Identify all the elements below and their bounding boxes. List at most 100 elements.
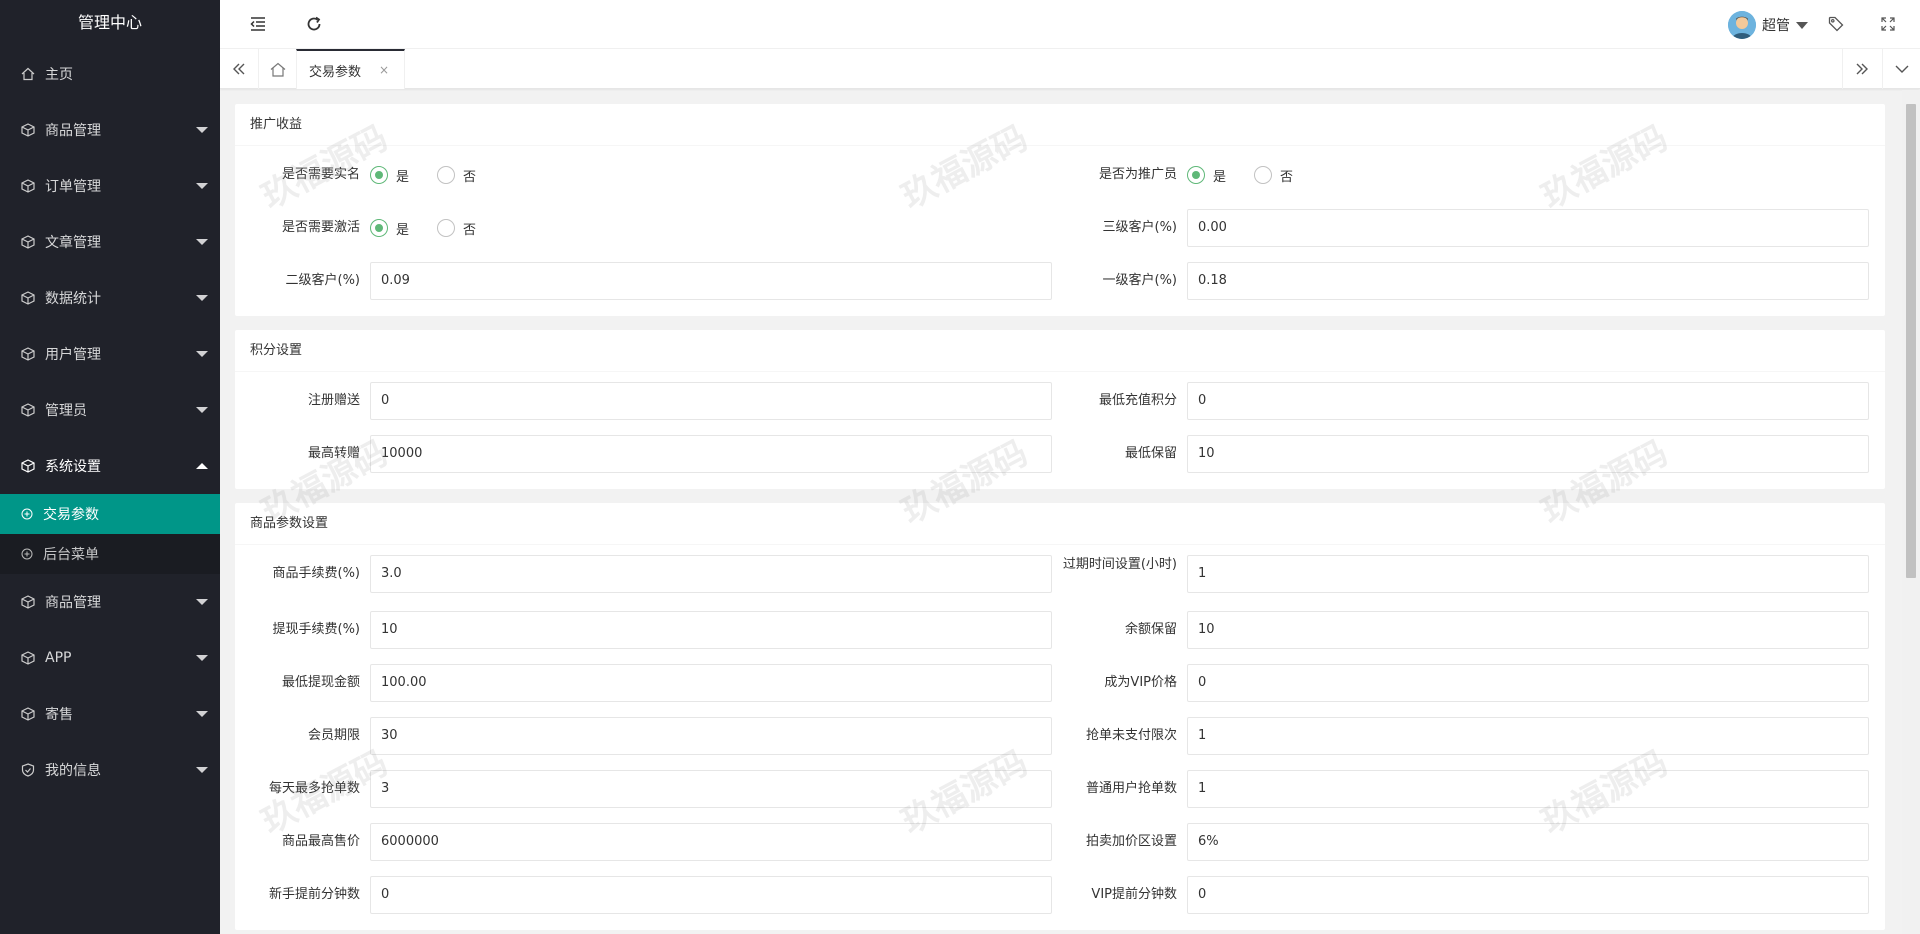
withdraw-fee-input[interactable]: 10 [370, 611, 1052, 649]
radio-yes[interactable]: 是 [370, 166, 409, 185]
radio-no[interactable]: 否 [437, 166, 476, 185]
min-recharge-input[interactable]: 0 [1187, 382, 1869, 420]
sidebar-item-goods[interactable]: 商品管理 [0, 102, 220, 158]
sidebar-item-consign[interactable]: 寄售 [0, 686, 220, 742]
vip-price-field: 成为VIP价格 0 [1052, 664, 1869, 702]
max-price-input[interactable]: 6000000 [370, 823, 1052, 861]
field-label: 过期时间设置(小时) [1062, 557, 1177, 572]
tab-label: 交易参数 [309, 64, 362, 80]
collapse-sidebar-icon[interactable] [246, 12, 270, 36]
chevron-down-icon [196, 711, 208, 717]
chevron-down-icon [196, 655, 208, 661]
sidebar-subitem-label: 后台菜单 [43, 547, 99, 563]
radio-no[interactable]: 否 [1254, 166, 1293, 185]
close-icon[interactable]: × [379, 63, 389, 77]
max-price-field: 商品最高售价 6000000 [235, 823, 1052, 861]
field-label: 新手提前分钟数 [268, 887, 360, 902]
sidebar-item-label: 寄售 [45, 707, 73, 723]
member-term-field: 会员期限 30 [235, 717, 1052, 755]
scrollbar-thumb[interactable] [1906, 104, 1916, 578]
fullscreen-icon[interactable] [1876, 12, 1900, 36]
expire-input[interactable]: 1 [1187, 555, 1869, 593]
fee-input[interactable]: 3.0 [370, 555, 1052, 593]
sidebar-item-label: 数据统计 [45, 291, 101, 307]
need-activate-field: 是否需要激活 是 否 [235, 209, 1052, 247]
scrollbar[interactable] [1902, 90, 1920, 934]
min-keep-input[interactable]: 10 [1187, 435, 1869, 473]
balance-keep-input[interactable]: 10 [1187, 611, 1869, 649]
cube-icon [20, 650, 36, 666]
reg-gift-input[interactable]: 0 [370, 382, 1052, 420]
tab-bar: 交易参数 × [220, 49, 1920, 89]
field-label: 是否需要实名 [281, 167, 360, 182]
tabs-scroll-right-icon[interactable] [1842, 49, 1880, 89]
chevron-down-icon [196, 127, 208, 133]
radio-label: 否 [463, 169, 477, 185]
radio-checked-icon [370, 219, 388, 237]
cube-icon [20, 234, 36, 250]
user-menu[interactable]: 超管 [1728, 11, 1808, 39]
cube-icon [20, 178, 36, 194]
markup-input[interactable]: 6% [1187, 823, 1869, 861]
tabs-menu-chevron-down-icon[interactable] [1882, 49, 1920, 89]
radio-yes[interactable]: 是 [1187, 166, 1226, 185]
min-recharge-field: 最低充值积分 0 [1052, 382, 1869, 420]
level2-field: 二级客户(%) 0.09 [235, 262, 1052, 300]
radio-label: 否 [463, 222, 477, 238]
field-label: 是否需要激活 [281, 220, 360, 235]
vip-price-input[interactable]: 0 [1187, 664, 1869, 702]
field-label: 会员期限 [307, 728, 360, 743]
markup-field: 拍卖加价区设置 6% [1052, 823, 1869, 861]
sidebar-item-home[interactable]: 主页 [0, 46, 220, 102]
normal-user-input[interactable]: 1 [1187, 770, 1869, 808]
sidebar-item-system-settings[interactable]: 系统设置 [0, 438, 220, 494]
daily-max-input[interactable]: 3 [370, 770, 1052, 808]
field-label: 二级客户(%) [285, 273, 361, 288]
vip-advance-field: VIP提前分钟数 0 [1052, 876, 1869, 914]
refresh-icon[interactable] [302, 12, 326, 36]
sidebar-item-admins[interactable]: 管理员 [0, 382, 220, 438]
radio-yes[interactable]: 是 [370, 219, 409, 238]
top-header: 超管 [220, 0, 1920, 49]
level1-input[interactable]: 0.18 [1187, 262, 1869, 300]
level3-input[interactable]: 0.00 [1187, 209, 1869, 247]
field-label: 是否为推广员 [1098, 167, 1177, 182]
level2-input[interactable]: 0.09 [370, 262, 1052, 300]
max-transfer-input[interactable]: 10000 [370, 435, 1052, 473]
vip-advance-input[interactable]: 0 [1187, 876, 1869, 914]
cube-icon [20, 402, 36, 418]
plus-circle-icon [20, 507, 34, 521]
tabs-scroll-left-icon[interactable] [220, 49, 258, 89]
fee-field: 商品手续费(%) 3.0 [235, 555, 1052, 593]
sidebar-subitem-backend-menu[interactable]: 后台菜单 [0, 534, 220, 574]
sidebar-item-app[interactable]: APP [0, 630, 220, 686]
unpaid-limit-input[interactable]: 1 [1187, 717, 1869, 755]
tag-icon[interactable] [1824, 12, 1848, 36]
sidebar-item-users[interactable]: 用户管理 [0, 326, 220, 382]
home-tab-icon[interactable] [258, 49, 296, 89]
min-withdraw-input[interactable]: 100.00 [370, 664, 1052, 702]
sidebar-item-orders[interactable]: 订单管理 [0, 158, 220, 214]
sidebar-item-goods-2[interactable]: 商品管理 [0, 574, 220, 630]
sidebar-item-statistics[interactable]: 数据统计 [0, 270, 220, 326]
field-label: 最低提现金额 [281, 675, 360, 690]
cube-icon [20, 346, 36, 362]
sidebar-subitem-trade-params[interactable]: 交易参数 [0, 494, 220, 534]
field-label: 商品手续费(%) [272, 566, 361, 581]
need-realname-field: 是否需要实名 是 否 [235, 156, 1052, 194]
newbie-advance-input[interactable]: 0 [370, 876, 1052, 914]
tab-trade-params[interactable]: 交易参数 × [296, 49, 405, 89]
cube-icon [20, 290, 36, 306]
field-label: 最低保留 [1124, 446, 1177, 461]
member-term-input[interactable]: 30 [370, 717, 1052, 755]
sidebar-item-my-info[interactable]: 我的信息 [0, 742, 220, 798]
sidebar-item-articles[interactable]: 文章管理 [0, 214, 220, 270]
level3-field: 三级客户(%) 0.00 [1052, 209, 1869, 247]
field-label: 一级客户(%) [1102, 273, 1178, 288]
min-keep-field: 最低保留 10 [1052, 435, 1869, 473]
section-title: 积分设置 [235, 330, 1885, 372]
radio-label: 是 [396, 169, 410, 185]
sidebar-item-label: 商品管理 [45, 595, 101, 611]
radio-no[interactable]: 否 [437, 219, 476, 238]
field-label: 注册赠送 [307, 393, 360, 408]
